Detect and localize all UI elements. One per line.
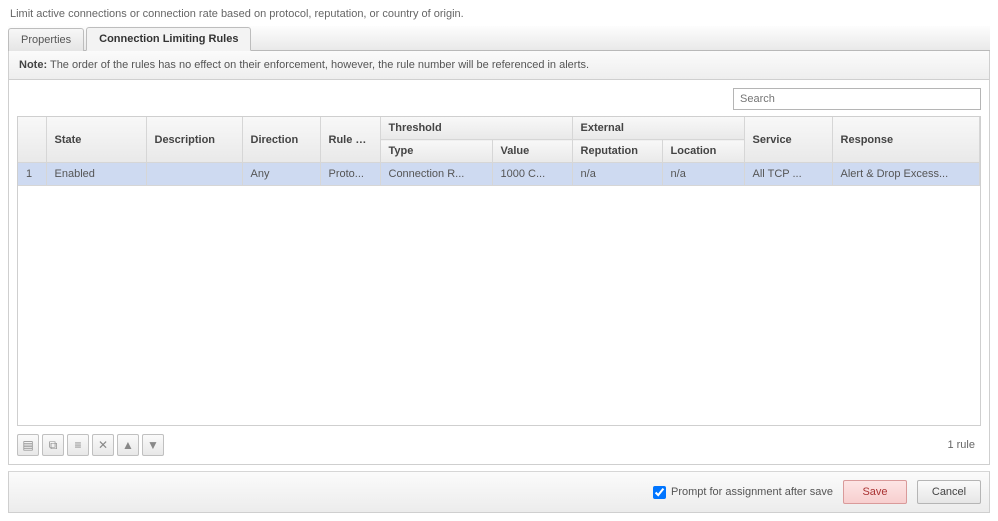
list-edit-icon: ≡ [74,438,81,452]
arrow-up-icon: ▲ [122,438,134,452]
copy-icon: ⧉ [49,438,58,453]
cell-response: Alert & Drop Excess... [832,163,979,186]
prompt-assignment-label: Prompt for assignment after save [671,486,833,498]
col-header-external[interactable]: External [572,117,744,140]
tab-properties[interactable]: Properties [8,28,84,51]
move-up-button[interactable]: ▲ [117,434,139,456]
tab-connection-limiting-rules[interactable]: Connection Limiting Rules [86,27,251,51]
duplicate-rule-button[interactable]: ⧉ [42,434,64,456]
col-header-threshold[interactable]: Threshold [380,117,572,140]
note-label: Note: [19,59,47,71]
col-header-service[interactable]: Service [744,117,832,163]
cell-description [146,163,242,186]
col-header-rule-type[interactable]: Rule Type [320,117,380,163]
cell-direction: Any [242,163,320,186]
tab-bar: Properties Connection Limiting Rules [8,26,990,51]
col-header-number[interactable] [18,117,46,163]
cell-external-location: n/a [662,163,744,186]
cell-state: Enabled [46,163,146,186]
col-header-external-reputation[interactable]: Reputation [572,140,662,163]
col-header-description[interactable]: Description [146,117,242,163]
col-header-response[interactable]: Response [832,117,979,163]
cancel-button[interactable]: Cancel [917,480,981,504]
col-header-threshold-type[interactable]: Type [380,140,492,163]
cell-rule-type: Proto... [320,163,380,186]
list-add-icon: ▤ [22,438,33,452]
page-intro-text: Limit active connections or connection r… [10,8,990,20]
note-bar: Note: The order of the rules has no effe… [8,51,990,80]
table-row[interactable]: 1 Enabled Any Proto... Connection R... 1… [18,163,980,186]
cell-external-reputation: n/a [572,163,662,186]
prompt-assignment-checkbox-wrap[interactable]: Prompt for assignment after save [653,486,833,499]
rules-panel: State Description Direction Rule Type Th… [8,80,990,465]
note-text: The order of the rules has no effect on … [50,59,589,71]
search-input[interactable] [733,88,981,110]
delete-rule-button[interactable]: ✕ [92,434,114,456]
add-rule-button[interactable]: ▤ [17,434,39,456]
cell-threshold-type: Connection R... [380,163,492,186]
col-header-external-location[interactable]: Location [662,140,744,163]
move-down-button[interactable]: ▼ [142,434,164,456]
grid-toolbar: ▤ ⧉ ≡ ✕ ▲ ▼ [17,434,164,456]
col-header-state[interactable]: State [46,117,146,163]
col-header-threshold-value[interactable]: Value [492,140,572,163]
save-button[interactable]: Save [843,480,907,504]
cell-row-number: 1 [18,163,46,186]
col-header-direction[interactable]: Direction [242,117,320,163]
prompt-assignment-checkbox[interactable] [653,486,666,499]
rule-count-label: 1 rule [947,439,975,451]
close-icon: ✕ [98,438,108,452]
cell-threshold-value: 1000 C... [492,163,572,186]
edit-rule-button[interactable]: ≡ [67,434,89,456]
arrow-down-icon: ▼ [147,438,159,452]
rules-grid: State Description Direction Rule Type Th… [17,116,981,426]
footer-bar: Prompt for assignment after save Save Ca… [8,471,990,513]
cell-service: All TCP ... [744,163,832,186]
